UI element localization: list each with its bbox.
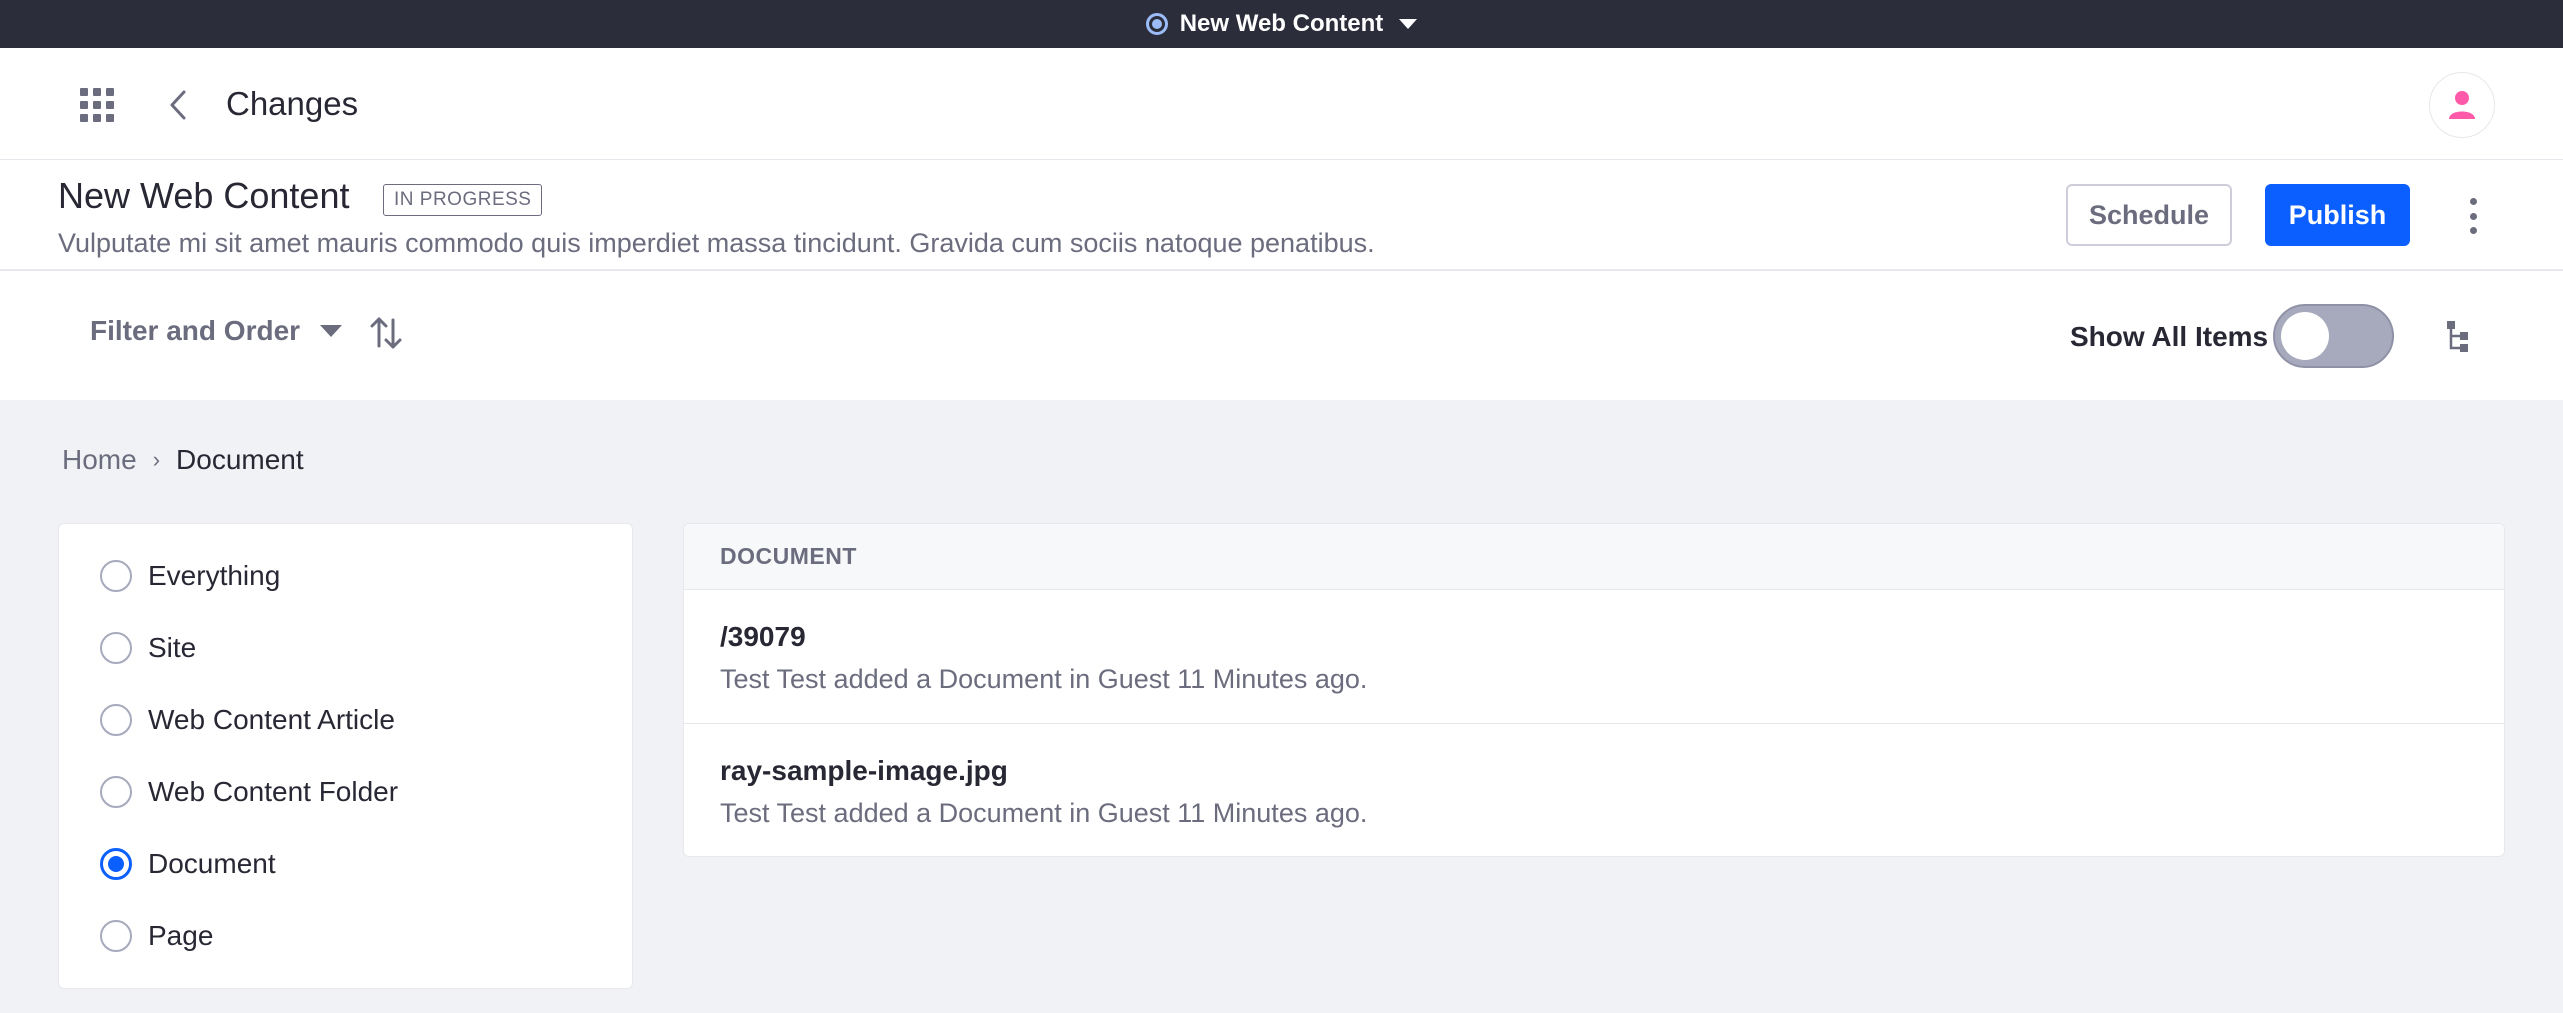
breadcrumb: Home › Document [62,444,304,476]
list-item-title[interactable]: ray-sample-image.jpg [720,754,2468,788]
publish-button[interactable]: Publish [2265,184,2410,246]
radio-button-checked[interactable] [100,848,132,880]
filter-option-site[interactable]: Site [100,628,196,668]
radio-button[interactable] [100,776,132,808]
publication-selector-label: New Web Content [1179,10,1384,37]
management-toolbar: Filter and Order Show All Items [0,271,2563,400]
filter-option-label: Web Content Folder [148,776,399,807]
hierarchy-icon[interactable] [2444,318,2472,354]
radio-button[interactable] [100,920,132,952]
chevron-left-icon[interactable] [164,88,192,122]
caret-down-icon [320,325,343,337]
caret-down-icon [1399,19,1418,29]
filter-option-label: Web Content Article [148,704,395,735]
radio-button[interactable] [100,704,132,736]
filter-option-web-content-article[interactable]: Web Content Article [100,700,395,740]
radio-button[interactable] [100,560,132,592]
publication-bar: New Web Content [0,0,2563,48]
order-arrows-icon[interactable] [368,315,404,351]
filter-option-label: Page [148,920,214,951]
filter-option-label: Everything [148,560,281,591]
results-list: DOCUMENT /39079 Test Test added a Docume… [683,523,2505,857]
breadcrumb-current: Document [176,444,304,475]
radio-button[interactable] [100,632,132,664]
radio-selected-icon [1145,13,1168,35]
schedule-button[interactable]: Schedule [2066,184,2232,246]
app-header: Changes [0,48,2563,160]
chevron-right-icon: › [152,447,161,472]
page-title: Changes [226,85,359,122]
user-icon [2449,91,2475,119]
filter-option-everything[interactable]: Everything [100,556,280,596]
filter-option-web-content-folder[interactable]: Web Content Folder [100,772,398,812]
list-item-subtitle: Test Test added a Document in Guest 11 M… [720,664,1368,694]
results-header: DOCUMENT [684,524,2504,590]
type-filter-panel: Everything Site Web Content Article Web … [58,523,633,989]
filter-option-document[interactable]: Document [100,844,276,884]
filter-and-order-label: Filter and Order [90,315,301,346]
user-avatar-button[interactable] [2429,72,2495,138]
breadcrumb-home-link[interactable]: Home [62,444,137,476]
filter-option-label: Site [148,632,197,663]
publication-title: New Web Content [58,175,350,216]
filter-and-order-dropdown[interactable]: Filter and Order [90,315,343,347]
status-badge: IN PROGRESS [383,184,543,216]
list-item-subtitle: Test Test added a Document in Guest 11 M… [720,798,1368,828]
list-item[interactable]: /39079 Test Test added a Document in Gue… [684,590,2504,724]
publication-selector[interactable]: New Web Content [1145,10,1418,38]
publication-info: New Web Content IN PROGRESS Vulputate mi… [0,160,2563,271]
publication-description: Vulputate mi sit amet mauris commodo qui… [58,228,1375,258]
apps-grid-icon[interactable] [80,88,114,122]
ellipsis-vertical-icon[interactable] [2460,198,2486,234]
show-all-items-toggle[interactable] [2273,304,2394,368]
filter-option-page[interactable]: Page [100,916,213,956]
list-item[interactable]: ray-sample-image.jpg Test Test added a D… [684,724,2504,856]
filter-option-label: Document [148,848,276,879]
toggle-knob [2281,312,2329,360]
show-all-items-label: Show All Items [2070,321,2269,352]
list-item-title[interactable]: /39079 [720,620,2468,654]
